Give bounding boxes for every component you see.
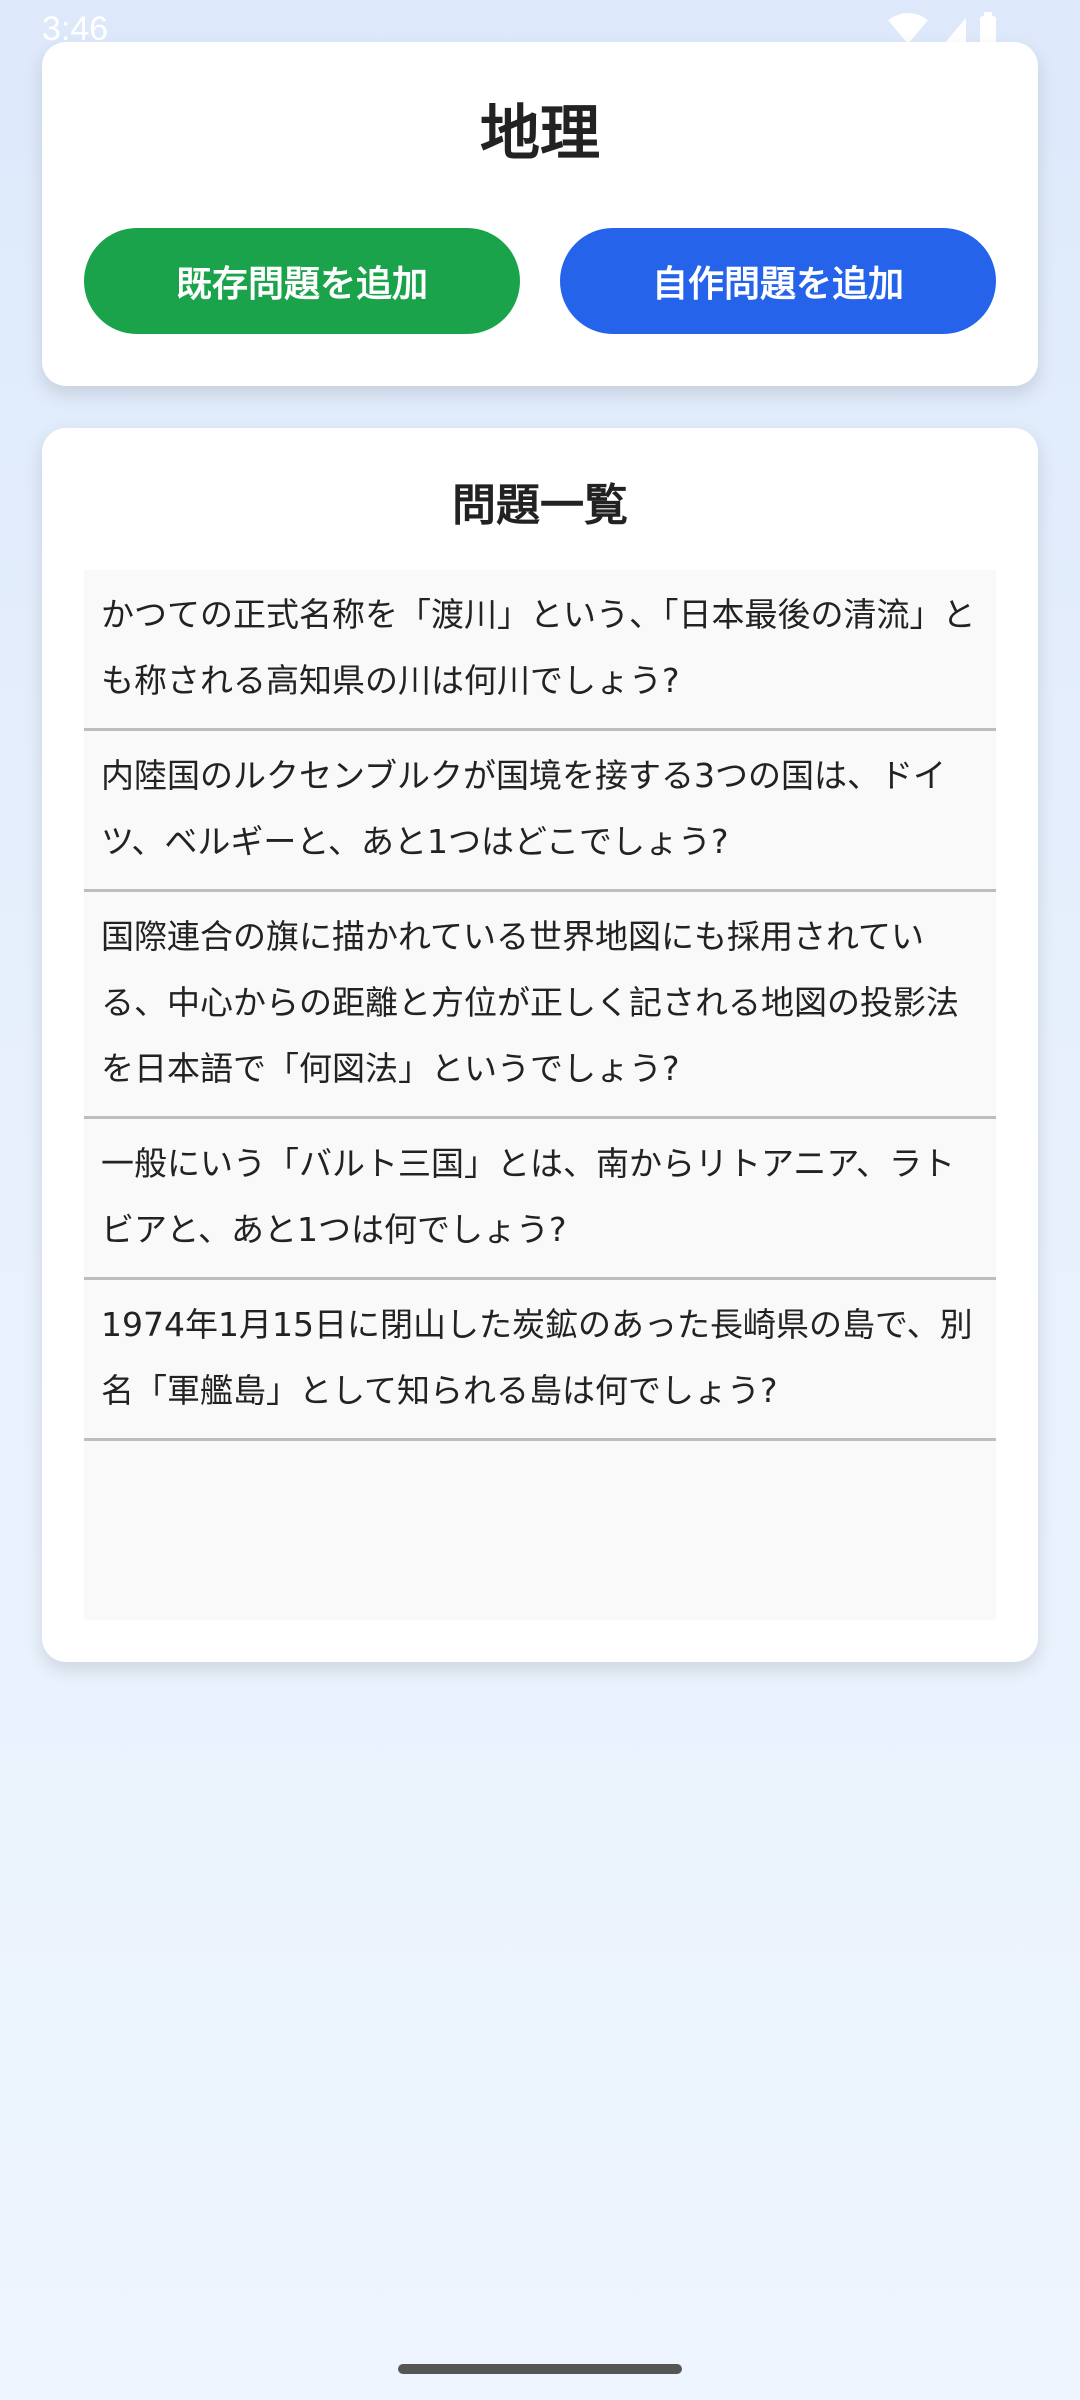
wifi-icon [888, 13, 928, 44]
question-item[interactable]: 1974年1月15日に閉山した炭鉱のあった長崎県の島で、別名「軍艦島」として知ら… [84, 1280, 996, 1441]
signal-icon [944, 18, 966, 44]
add-custom-question-button[interactable]: 自作問題を追加 [560, 228, 996, 334]
question-item[interactable]: かつての正式名称を「渡川」という、「日本最後の清流」とも称される高知県の川は何川… [84, 570, 996, 731]
question-list-card: 問題一覧 かつての正式名称を「渡川」という、「日本最後の清流」とも称される高知県… [42, 428, 1038, 1662]
question-list-title: 問題一覧 [452, 480, 628, 531]
question-item[interactable]: 内陸国のルクセンブルクが国境を接する3つの国は、ドイツ、ベルギーと、あと1つはど… [84, 731, 996, 892]
header-card: 地理 既存問題を追加 自作問題を追加 [42, 42, 1038, 386]
question-list[interactable]: かつての正式名称を「渡川」という、「日本最後の清流」とも称される高知県の川は何川… [84, 570, 996, 1620]
page-title: 地理 [480, 99, 600, 169]
add-existing-question-button[interactable]: 既存問題を追加 [84, 228, 520, 334]
question-item[interactable]: 一般にいう「バルト三国」とは、南からリトアニア、ラトビアと、あと1つは何でしょう… [84, 1119, 996, 1280]
home-indicator[interactable] [398, 2364, 682, 2374]
battery-icon [980, 12, 996, 46]
question-item[interactable]: 国際連合の旗に描かれている世界地図にも採用されている、中心からの距離と方位が正し… [84, 892, 996, 1119]
